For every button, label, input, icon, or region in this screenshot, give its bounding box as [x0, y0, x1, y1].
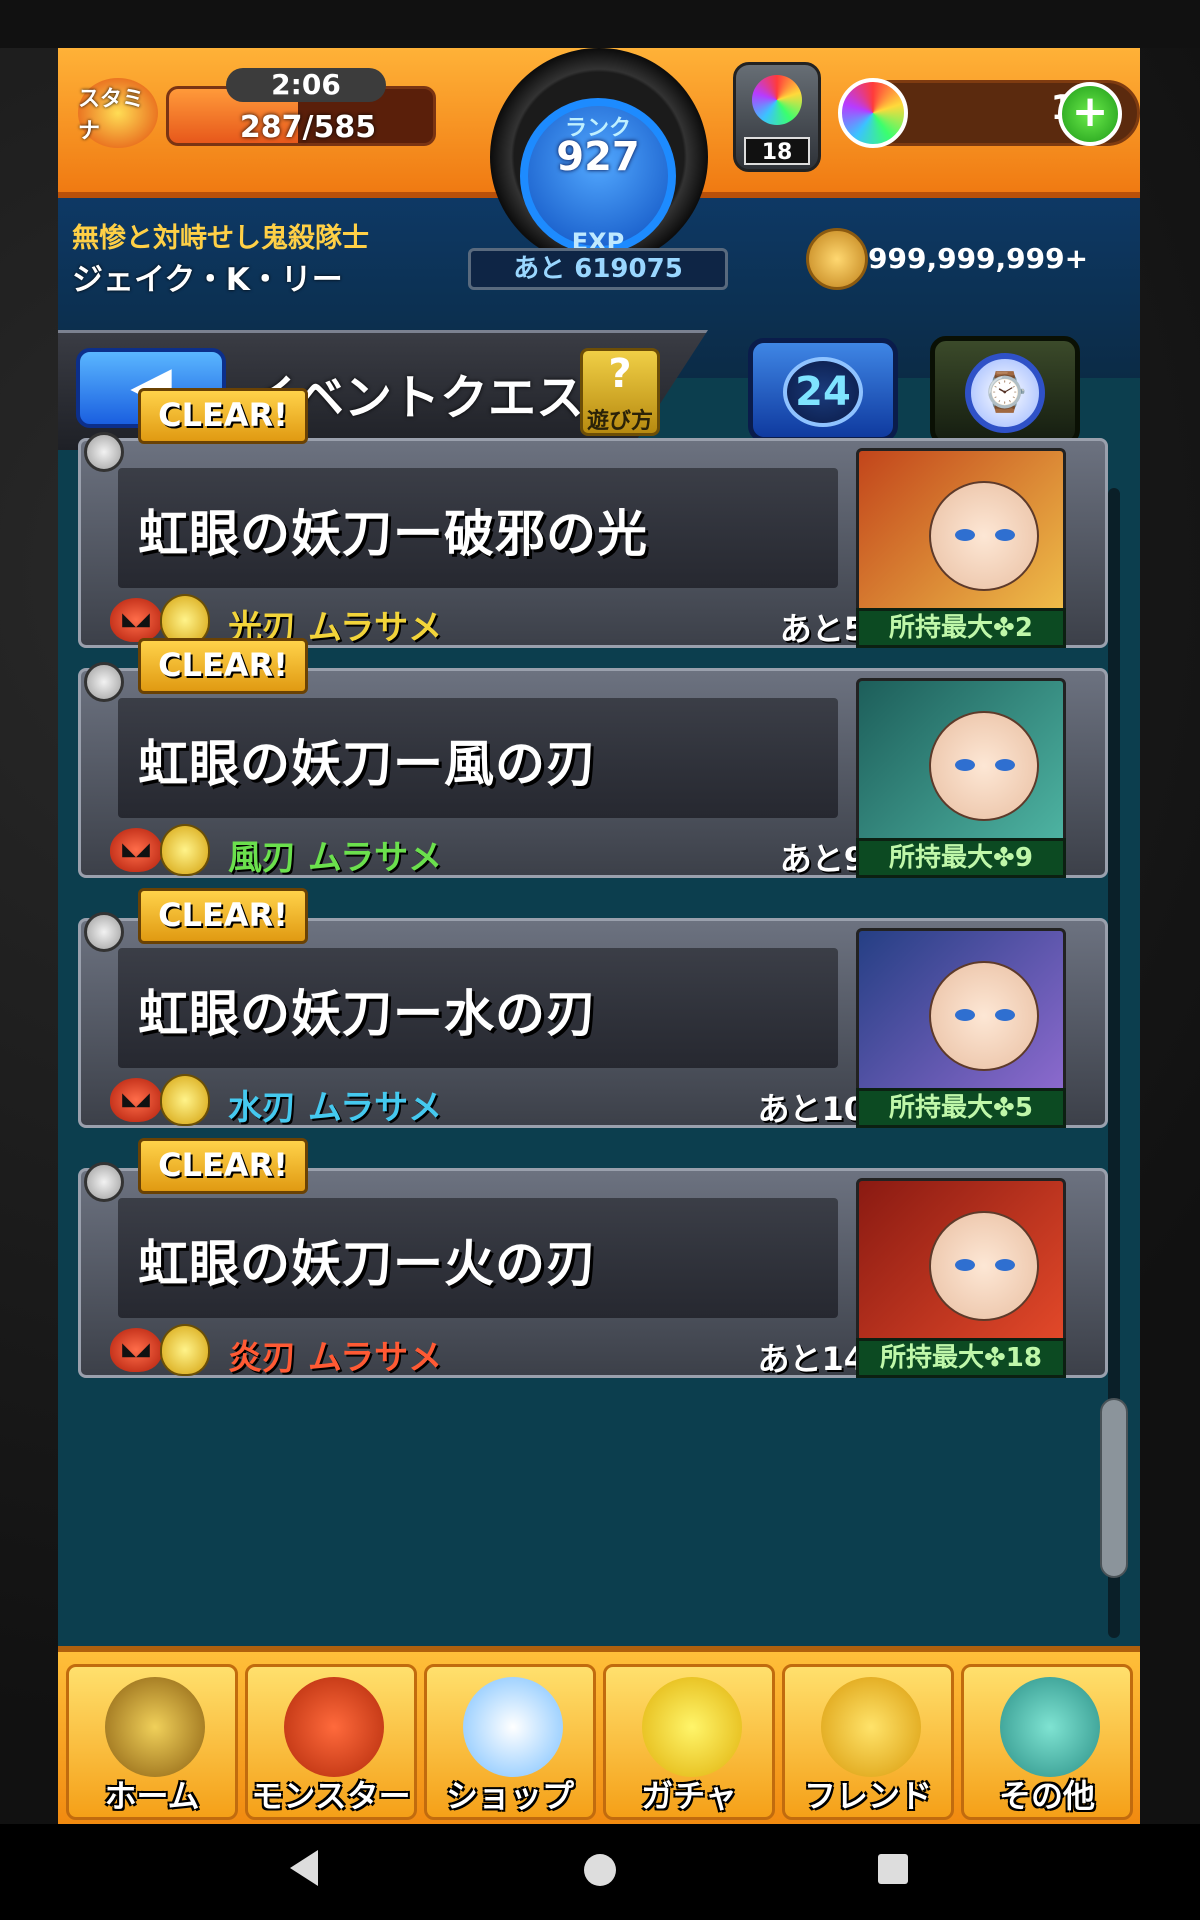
quest-name: 虹眼の妖刀ー風の刃 [138, 735, 597, 793]
egg-icon [642, 1677, 742, 1777]
orb-icon [838, 78, 908, 148]
clear-badge: CLEAR! [138, 638, 308, 694]
system-back-icon[interactable] [290, 1850, 318, 1886]
portrait-eye [995, 1009, 1015, 1021]
portrait-face [929, 961, 1039, 1071]
question-icon: ? [608, 351, 632, 397]
owned-count: 所持最大✤9 [856, 838, 1066, 878]
quest-card[interactable]: 虹眼の妖刀ー破邪の光 CLEAR! ◣◢ 光刃 ムラサメ あと5回 所持最大✤2 [78, 388, 1108, 648]
quest-card[interactable]: 虹眼の妖刀ー水の刃 CLEAR! ◣◢ 水刃 ムラサメ あと10回 所持最大✤5 [78, 888, 1108, 1128]
nav-item[interactable]: ガチャ [603, 1664, 775, 1820]
portrait-eye [995, 529, 1015, 541]
nav-item[interactable]: ホーム [66, 1664, 238, 1820]
nav-item-label: その他 [998, 1777, 1095, 1815]
devil-icon: ◣◢ [110, 1078, 162, 1122]
status-bar [0, 0, 1200, 48]
monster-icon [284, 1677, 384, 1777]
monster-portrait [856, 1178, 1066, 1354]
portrait-eye [955, 1259, 975, 1271]
portrait-eye [955, 1009, 975, 1021]
monster-portrait [856, 678, 1066, 854]
nav-item[interactable]: モンスター [245, 1664, 417, 1820]
orb-device-button[interactable]: 18 [733, 62, 821, 172]
devil-icon: ◣◢ [110, 828, 162, 872]
nav-item-label: ホーム [104, 1777, 200, 1815]
exp-remaining: あと 619075 [468, 248, 728, 290]
nav-item[interactable]: フレンド [782, 1664, 954, 1820]
nav-item[interactable]: ショップ [424, 1664, 596, 1820]
quest-dot-icon [84, 912, 124, 952]
reward-monster-name: 風刃 ムラサメ [228, 838, 443, 878]
system-home-icon[interactable] [584, 1854, 616, 1886]
orb-device-icon [752, 75, 802, 125]
portrait-face [929, 711, 1039, 821]
stamina-timer: 2:06 [226, 68, 386, 102]
stamina-icon: スタミナ [78, 78, 158, 148]
clear-badge: CLEAR! [138, 388, 308, 444]
egg-chest-icon [160, 1074, 210, 1126]
nav-item[interactable]: その他 [961, 1664, 1133, 1820]
game-screen: スタミナ 2:06 287/585 ランク 927 EXP あと 619075 … [58, 48, 1140, 1824]
quest-name: 虹眼の妖刀ー火の刃 [138, 1235, 597, 1293]
scrollbar-thumb[interactable] [1100, 1398, 1128, 1578]
portrait-eye [995, 759, 1015, 771]
nav-item-label: フレンド [803, 1777, 932, 1815]
quest-name: 虹眼の妖刀ー水の刃 [138, 985, 597, 1043]
quest-card[interactable]: 虹眼の妖刀ー火の刃 CLEAR! ◣◢ 炎刃 ムラサメ あと14回 所持最大✤1… [78, 1138, 1108, 1378]
clear-badge: CLEAR! [138, 1138, 308, 1194]
quest-dot-icon [84, 662, 124, 702]
add-orb-button[interactable]: + [1058, 82, 1122, 146]
system-recents-icon[interactable] [878, 1854, 908, 1884]
portrait-face [929, 481, 1039, 591]
nav-item-label: ガチャ [641, 1777, 737, 1815]
other-icon [1000, 1677, 1100, 1777]
player-name: ジェイク・K・リー [72, 262, 343, 298]
portrait-eye [955, 529, 975, 541]
coin-icon [806, 228, 868, 290]
player-title: 無惨と対峙せし鬼殺隊士 [72, 223, 369, 254]
coin-count: 999,999,999+ [868, 242, 1089, 275]
orb-icon [463, 1677, 563, 1777]
devil-icon: ◣◢ [110, 598, 162, 642]
egg-chest-icon [160, 1324, 210, 1376]
quest-list: 虹眼の妖刀ー破邪の光 CLEAR! ◣◢ 光刃 ムラサメ あと5回 所持最大✤2… [58, 388, 1140, 1678]
owned-count: 所持最大✤18 [856, 1338, 1066, 1378]
stamina-count: 287/585 [239, 110, 377, 145]
quest-name: 虹眼の妖刀ー破邪の光 [138, 505, 648, 563]
orb-device-count: 18 [744, 137, 810, 165]
rank-value: 927 [556, 134, 640, 180]
quest-card[interactable]: 虹眼の妖刀ー風の刃 CLEAR! ◣◢ 風刃 ムラサメ あと9回 所持最大✤9 [78, 638, 1108, 878]
devil-icon: ◣◢ [110, 1328, 162, 1372]
nav-item-label: ショップ [445, 1777, 574, 1815]
reward-monster-name: 炎刃 ムラサメ [228, 1338, 443, 1378]
portrait-eye [955, 759, 975, 771]
quest-dot-icon [84, 432, 124, 472]
egg-chest-icon [160, 824, 210, 876]
reward-monster-name: 水刃 ムラサメ [228, 1088, 443, 1128]
portrait-face [929, 1211, 1039, 1321]
home-icon [105, 1677, 205, 1777]
nav-item-label: モンスター [251, 1777, 411, 1815]
portrait-eye [995, 1259, 1015, 1271]
clear-badge: CLEAR! [138, 888, 308, 944]
owned-count: 所持最大✤5 [856, 1088, 1066, 1128]
monster-portrait [856, 448, 1066, 624]
quest-dot-icon [84, 1162, 124, 1202]
bottom-nav: ホーム モンスター ショップ ガチャ フレンド その他 [58, 1646, 1140, 1824]
friend-icon [821, 1677, 921, 1777]
monster-portrait [856, 928, 1066, 1104]
